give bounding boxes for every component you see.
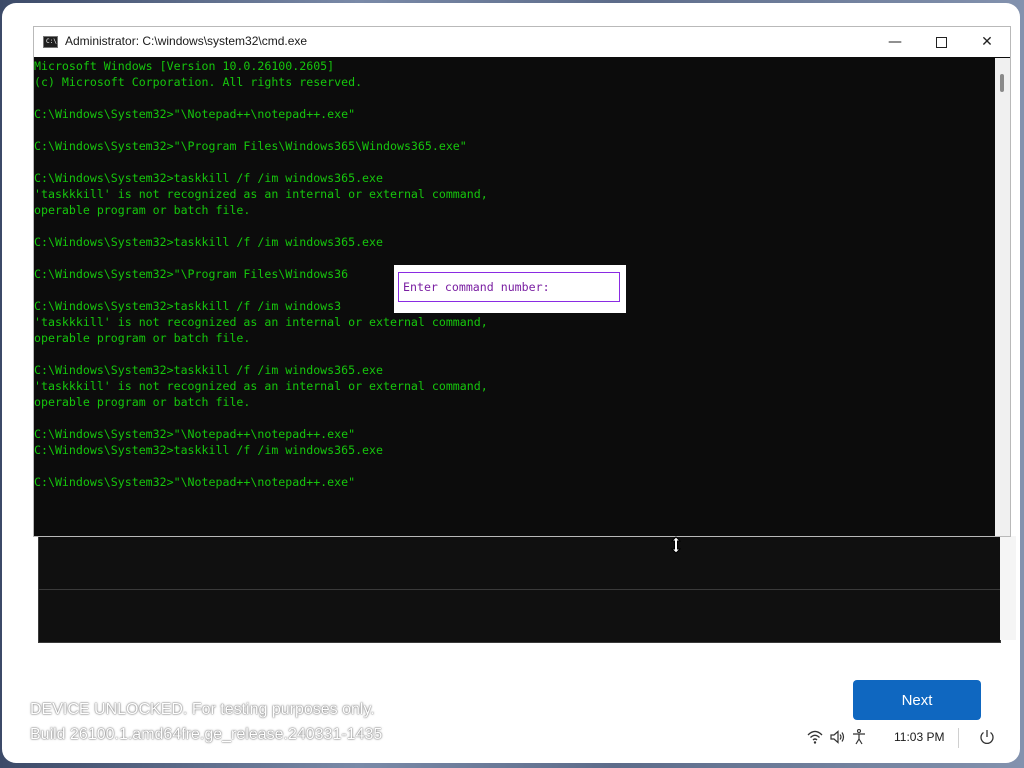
console-line: C:\Windows\System32>taskkill /f /im wind… <box>34 171 384 185</box>
next-button[interactable]: Next <box>853 680 981 720</box>
maximize-button[interactable] <box>918 27 964 57</box>
console-line: 'taskkkill' is not recognized as an inte… <box>34 187 488 201</box>
console-line: C:\Windows\System32>"\Notepad++\notepad+… <box>34 107 356 121</box>
console-line: Microsoft Windows [Version 10.0.26100.26… <box>34 59 335 73</box>
cmd-app-icon: C:\ <box>43 36 58 48</box>
console-line: C:\Windows\System32>taskkill /f /im wind… <box>34 443 384 457</box>
console-line: C:\Windows\System32>taskkill /f /im wind… <box>34 363 384 377</box>
window-title: Administrator: C:\windows\system32\cmd.e… <box>65 34 308 48</box>
close-icon: ✕ <box>981 34 993 50</box>
scrollbar-thumb[interactable] <box>1000 74 1004 92</box>
watermark-line-1: DEVICE UNLOCKED. For testing purposes on… <box>30 701 375 718</box>
console-line: C:\Windows\System32>"\Program Files\Wind… <box>34 267 349 281</box>
console-line: C:\Windows\System32>"\Notepad++\notepad+… <box>34 427 356 441</box>
console-line: (c) Microsoft Corporation. All rights re… <box>34 75 363 89</box>
background-console-panel <box>38 536 1001 643</box>
close-button[interactable]: ✕ <box>964 27 1010 57</box>
console-line: operable program or batch file. <box>34 331 251 345</box>
console-line: C:\Windows\System32>"\Notepad++\notepad+… <box>34 475 356 489</box>
accessibility-icon[interactable] <box>850 728 868 746</box>
cmd-icon-label: C:\ <box>46 38 57 45</box>
console-scrollbar[interactable] <box>995 58 1010 536</box>
minimize-button[interactable]: — <box>872 27 918 57</box>
console-line: operable program or batch file. <box>34 203 251 217</box>
console-line: C:\Windows\System32>"\Program Files\Wind… <box>34 139 467 153</box>
command-number-prompt: Enter command number: <box>394 265 626 313</box>
volume-icon[interactable] <box>828 728 846 746</box>
panel-divider <box>39 589 1000 590</box>
resize-cursor-icon <box>670 536 682 554</box>
command-number-input[interactable]: Enter command number: <box>398 272 620 302</box>
console-line: C:\Windows\System32>taskkill /f /im wind… <box>34 235 384 249</box>
tray-divider <box>958 728 959 748</box>
console-line: 'taskkkill' is not recognized as an inte… <box>34 315 488 329</box>
minimize-icon: — <box>888 34 902 50</box>
wifi-icon[interactable] <box>806 728 824 746</box>
power-icon[interactable] <box>978 728 996 746</box>
clock[interactable]: 11:03 PM <box>894 730 944 744</box>
watermark-line-2: Build 26100.1.amd64fre.ge_release.240331… <box>30 726 383 743</box>
console-line: C:\Windows\System32>taskkill /f /im wind… <box>34 299 342 313</box>
console-line: operable program or batch file. <box>34 395 251 409</box>
console-line: 'taskkkill' is not recognized as an inte… <box>34 379 488 393</box>
background-panel-scrollbar <box>1000 536 1016 640</box>
title-bar[interactable]: C:\ Administrator: C:\windows\system32\c… <box>34 27 1010 57</box>
system-tray <box>806 727 872 747</box>
maximize-icon <box>935 36 947 48</box>
